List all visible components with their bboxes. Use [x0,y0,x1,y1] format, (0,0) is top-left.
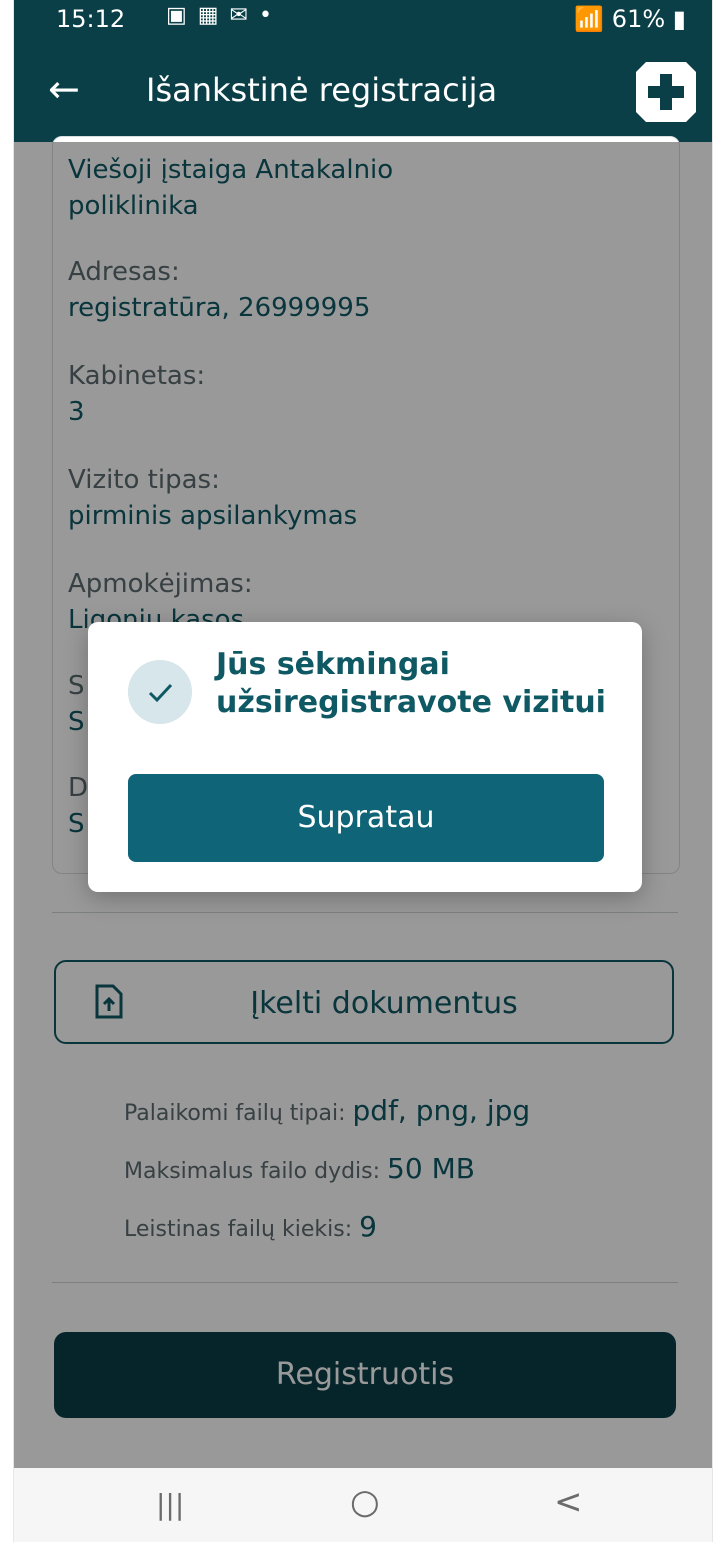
status-bar: 15:12 ▣ ▦ ✉ • 📶 61% ▮ [14,0,712,40]
system-nav-bar: ||| ○ < [14,1468,712,1542]
back-icon[interactable]: < [554,1482,583,1522]
battery-level: 61% [611,5,666,33]
back-arrow-icon[interactable]: ← [48,70,80,108]
battery-icon: ▮ [672,5,686,33]
page-title: Išankstinė registracija [146,71,498,109]
home-icon[interactable]: ○ [350,1482,380,1522]
phone-screen: 15:12 ▣ ▦ ✉ • 📶 61% ▮ ← Išankstinė regis… [14,0,712,1542]
medical-cross-icon [636,62,696,122]
app-bar: ← Išankstinė registracija [14,40,712,142]
success-message: Jūs sėkmingai užsiregistravote vizitui [216,647,606,720]
signal-icon: 📶 [574,5,605,33]
status-time: 15:12 [56,5,126,33]
confirm-button[interactable]: Supratau [128,774,604,862]
success-dialog: Jūs sėkmingai užsiregistravote vizitui S… [88,622,642,892]
notification-icons: ▣ ▦ ✉ • [166,3,274,28]
check-icon [128,660,192,724]
status-right: 📶 61% ▮ [574,5,686,33]
recent-apps-icon[interactable]: ||| [156,1488,184,1521]
